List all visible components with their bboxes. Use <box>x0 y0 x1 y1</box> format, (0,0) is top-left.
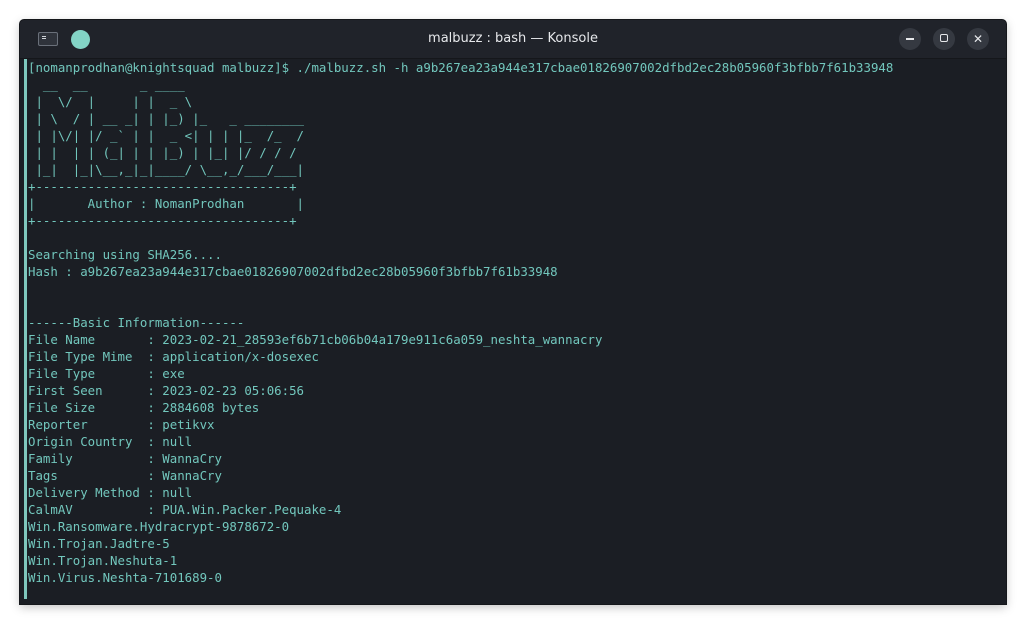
terminal-line: Win.Ransomware.Hydracrypt-9878672-0 <box>28 519 290 534</box>
terminal-line: Family : WannaCry <box>28 451 222 466</box>
terminal-line: File Type : exe <box>28 366 185 381</box>
line-marker <box>24 59 27 599</box>
maximize-icon <box>940 34 948 42</box>
close-button[interactable]: ✕ <box>967 28 989 50</box>
terminal-line: | \ / | __ _| | |_) |_ _ ________ <box>28 111 305 126</box>
title-bar[interactable]: malbuzz : bash — Konsole ✕ <box>20 20 1006 59</box>
terminal-line: CalmAV : PUA.Win.Packer.Pequake-4 <box>28 502 342 517</box>
terminal-line: | Author : NomanProdhan | <box>28 196 305 211</box>
minimize-icon <box>906 38 914 40</box>
terminal-line: File Name : 2023-02-21_28593ef6b71cb06b0… <box>28 332 603 347</box>
terminal-line: | \/ | | | _ \ <box>28 94 193 109</box>
terminal-line: Reporter : petikvx <box>28 417 215 432</box>
konsole-window: malbuzz : bash — Konsole ✕ [nomanprodhan… <box>20 20 1006 604</box>
terminal-line: Hash : a9b267ea23a944e317cbae01826907002… <box>28 264 558 279</box>
maximize-button[interactable] <box>933 28 955 50</box>
minimize-button[interactable] <box>899 28 921 50</box>
terminal-lines: [nomanprodhan@knightsquad malbuzz]$ ./ma… <box>28 59 893 586</box>
scrollbar[interactable] <box>1000 59 1006 604</box>
terminal-line: |_| |_|\__,_|_|____/ \__,_/___/___| <box>28 162 305 177</box>
terminal-line: [nomanprodhan@knightsquad malbuzz]$ ./ma… <box>28 60 894 75</box>
terminal-line: First Seen : 2023-02-23 05:06:56 <box>28 383 305 398</box>
terminal-line: File Size : 2884608 bytes <box>28 400 260 415</box>
terminal-line: Delivery Method : null <box>28 485 193 500</box>
terminal-line: Tags : WannaCry <box>28 468 222 483</box>
terminal-line: Win.Virus.Neshta-7101689-0 <box>28 570 222 585</box>
terminal-line: +----------------------------------+ <box>28 213 297 228</box>
terminal-line: +----------------------------------+ <box>28 179 297 194</box>
terminal-line: Win.Trojan.Neshuta-1 <box>28 553 178 568</box>
terminal-line: __ __ _ ____ <box>28 77 185 92</box>
terminal-line: Searching using SHA256.... <box>28 247 222 262</box>
terminal-line: | | | | (_| | | |_) | |_| |/ / / / <box>28 145 297 160</box>
window-title: malbuzz : bash — Konsole <box>428 31 598 46</box>
terminal-output[interactable]: [nomanprodhan@knightsquad malbuzz]$ ./ma… <box>20 59 1006 604</box>
terminal-line: Origin Country : null <box>28 434 193 449</box>
terminal-line: Win.Trojan.Jadtre-5 <box>28 536 170 551</box>
close-icon: ✕ <box>972 32 984 46</box>
terminal-line: ------Basic Information------ <box>28 315 245 330</box>
terminal-line: File Type Mime : application/x-dosexec <box>28 349 319 364</box>
terminal-line: | |\/| |/ _` | | _ <| | | |_ /_ / <box>28 128 305 143</box>
